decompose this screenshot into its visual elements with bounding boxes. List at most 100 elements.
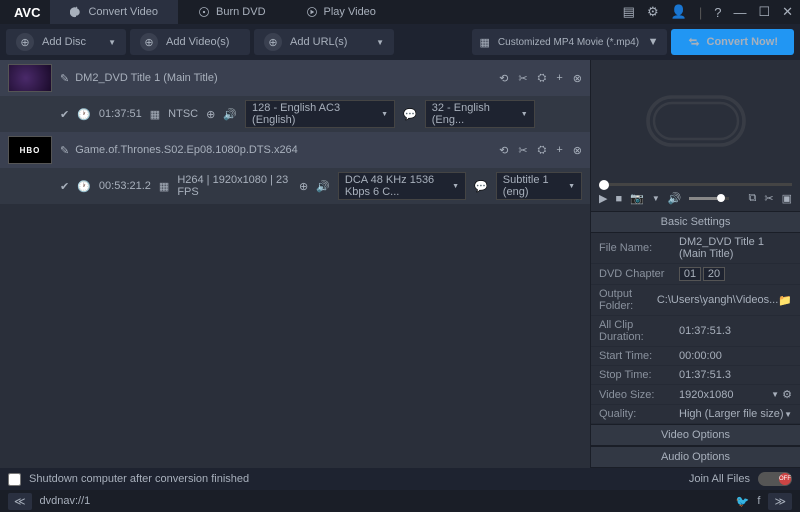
check-icon[interactable]: ✔ (60, 180, 69, 193)
gear-icon[interactable]: ⚙ (644, 4, 662, 20)
volume-slider[interactable] (689, 197, 729, 200)
next-button[interactable]: ≫ (768, 493, 792, 510)
cut-icon[interactable]: ✂ (764, 192, 773, 205)
chevron-down-icon: ▼ (108, 38, 116, 47)
close-icon[interactable]: ✕ (779, 4, 796, 20)
audio-track-select[interactable]: 128 - English AC3 (English)▼ (245, 100, 395, 128)
toolbar: ⊕ Add Disc ▼ ⊕ Add Video(s) ⊕ Add URL(s)… (0, 24, 800, 60)
titlebar: AVC Convert Video Burn DVD Play Video ▤ … (0, 0, 800, 24)
join-all-label: Join All Files (689, 473, 750, 485)
play-icon[interactable]: ▶ (599, 192, 607, 205)
subtitle-icon: 💬 (474, 180, 488, 193)
subtitle-select[interactable]: 32 - English (Eng...▼ (425, 100, 535, 128)
effects-icon[interactable]: ⛭ (538, 72, 547, 85)
audio-icon: 🔊 (223, 108, 237, 121)
snapshot-icon[interactable]: 📷 (630, 192, 644, 205)
duration-text: 01:37:51 (99, 108, 142, 120)
basic-settings-header[interactable]: Basic Settings (591, 211, 800, 233)
cut-icon[interactable]: ✂ (518, 72, 527, 85)
seek-bar[interactable] (599, 183, 792, 187)
list-icon[interactable]: ▤ (620, 4, 638, 20)
list-item[interactable]: ✎ DM2_DVD Title 1 (Main Title) ⟲ ✂ ⛭ + ⊗… (0, 60, 590, 132)
refresh-icon[interactable]: ⟲ (499, 72, 508, 85)
add-icon[interactable]: + (556, 72, 562, 84)
minimize-icon[interactable]: — (730, 5, 749, 20)
folder-icon[interactable]: 📁 (778, 294, 792, 307)
filename-row: File Name:DM2_DVD Title 1 (Main Title) (591, 233, 800, 264)
clip-duration-row: All Clip Duration:01:37:51.3 (591, 316, 800, 347)
thumbnail (8, 64, 52, 92)
tab-label: Convert Video (88, 6, 158, 18)
tab-convert-video[interactable]: Convert Video (50, 0, 178, 24)
chapter-to-input[interactable]: 20 (703, 267, 725, 281)
shutdown-checkbox[interactable] (8, 473, 21, 486)
footer-bar: Shutdown computer after conversion finis… (0, 468, 800, 490)
status-bar: ≪ dvdnav://1 🐦 f ≫ (0, 490, 800, 512)
list-item[interactable]: HBO ✎ Game.of.Thrones.S02.Ep08.1080p.DTS… (0, 132, 590, 204)
remove-icon[interactable]: ⊗ (573, 144, 582, 157)
join-all-toggle[interactable]: OFF (758, 472, 792, 486)
add-videos-button[interactable]: ⊕ Add Video(s) (130, 29, 250, 55)
player-controls: ▶ ■ 📷 ▼ 🔊 ⧉ ✂ ▣ (591, 186, 800, 211)
video-size-row: Video Size:1920x1080▼ ⚙ (591, 385, 800, 405)
link-icon[interactable]: ⧉ (749, 192, 757, 205)
add-disc-button[interactable]: ⊕ Add Disc ▼ (6, 29, 126, 55)
chevron-down-icon: ▼ (648, 36, 659, 48)
tab-burn-dvd[interactable]: Burn DVD (178, 0, 286, 24)
quality-row: Quality:High (Larger file size)▼ (591, 405, 800, 424)
shutdown-label: Shutdown computer after conversion finis… (29, 473, 249, 485)
globe-icon: ⊕ (206, 108, 215, 121)
tab-play-video[interactable]: Play Video (286, 0, 396, 24)
refresh-icon[interactable]: ⟲ (499, 144, 508, 157)
video-options-header[interactable]: Video Options (591, 424, 800, 446)
audio-options-header[interactable]: Audio Options (591, 446, 800, 468)
subtitle-icon: 💬 (403, 108, 417, 121)
duration-text: 00:53:21.2 (99, 180, 151, 192)
film-icon: ▦ (159, 180, 169, 193)
effects-icon[interactable]: ⛭ (538, 144, 547, 157)
check-icon[interactable]: ✔ (60, 108, 69, 121)
side-panel: ▶ ■ 📷 ▼ 🔊 ⧉ ✂ ▣ Basic Settings File Name… (590, 60, 800, 468)
dvd-chapter-row: DVD Chapter0120 (591, 264, 800, 285)
help-icon[interactable]: ? (711, 5, 724, 20)
refresh-icon (70, 6, 82, 18)
edit-icon[interactable]: ✎ (60, 72, 69, 85)
chevron-down-icon: ▼ (376, 38, 384, 47)
prev-button[interactable]: ≪ (8, 493, 32, 510)
disc-icon (198, 6, 210, 18)
clock-icon: 🕐 (77, 180, 91, 193)
item-title-text: Game.of.Thrones.S02.Ep08.1080p.DTS.x264 (75, 144, 298, 156)
gear-icon[interactable]: ⚙ (782, 388, 792, 401)
twitter-icon[interactable]: 🐦 (736, 495, 750, 508)
chapter-from-input[interactable]: 01 (679, 267, 701, 281)
edit-icon[interactable]: ✎ (60, 144, 69, 157)
audio-icon: 🔊 (316, 180, 330, 193)
video-list: ✎ DM2_DVD Title 1 (Main Title) ⟲ ✂ ⛭ + ⊗… (0, 60, 590, 468)
start-time-row: Start Time:00:00:00 (591, 347, 800, 366)
output-profile-select[interactable]: ▦ Customized MP4 Movie (*.mp4) ▼ (472, 29, 667, 55)
convert-now-button[interactable]: Convert Now! (671, 29, 795, 55)
add-urls-button[interactable]: ⊕ Add URL(s) ▼ (254, 29, 394, 55)
convert-icon (687, 35, 701, 49)
volume-icon[interactable]: 🔊 (668, 192, 682, 205)
clock-icon: 🕐 (77, 108, 91, 121)
add-icon[interactable]: + (556, 144, 562, 156)
user-icon[interactable]: 👤 (668, 4, 690, 20)
facebook-icon[interactable]: f (757, 495, 760, 507)
stop-icon[interactable]: ■ (615, 193, 622, 205)
cut-icon[interactable]: ✂ (518, 144, 527, 157)
format-text: H264 | 1920x1080 | 23 FPS (177, 174, 291, 198)
window-controls: ▤ ⚙ 👤 | ? — ☐ ✕ (620, 4, 796, 20)
audio-track-select[interactable]: DCA 48 KHz 1536 Kbps 6 C...▼ (338, 172, 466, 200)
crop-icon[interactable]: ▣ (782, 192, 792, 205)
play-icon (306, 6, 318, 18)
item-title-text: DM2_DVD Title 1 (Main Title) (75, 72, 217, 84)
maximize-icon[interactable]: ☐ (755, 4, 773, 20)
globe-plus-icon: ⊕ (264, 33, 282, 51)
subtitle-select[interactable]: Subtitle 1 (eng)▼ (496, 172, 582, 200)
tab-label: Burn DVD (216, 6, 266, 18)
output-folder-row: Output Folder:C:\Users\yangh\Videos...📁 (591, 285, 800, 316)
filmstrip-icon (636, 71, 756, 171)
remove-icon[interactable]: ⊗ (573, 72, 582, 85)
format-text: NTSC (168, 108, 198, 120)
